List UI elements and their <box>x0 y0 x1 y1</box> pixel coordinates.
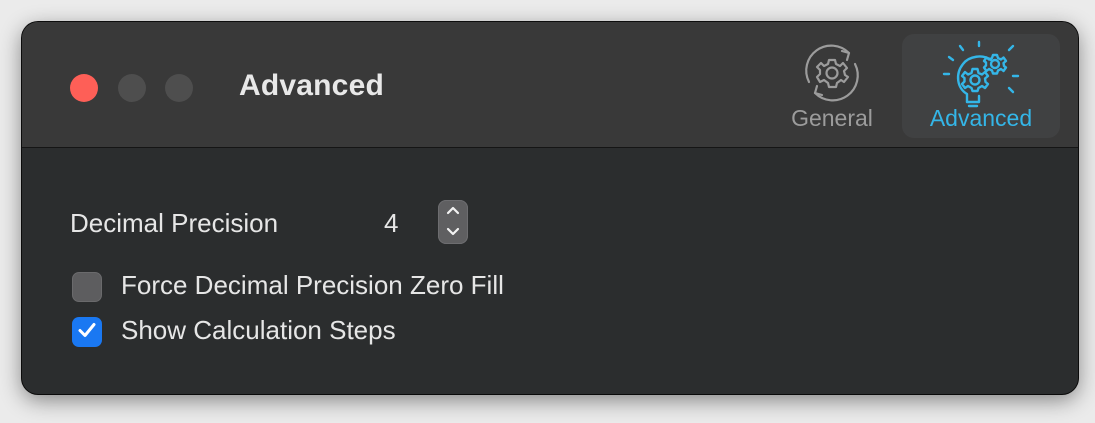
chevron-down-icon <box>446 224 460 242</box>
tab-general-label: General <box>791 105 873 131</box>
stepper-decrement-button[interactable] <box>438 222 468 244</box>
window-title: Advanced <box>239 69 384 102</box>
tab-advanced[interactable]: Advanced <box>902 34 1060 138</box>
tab-general[interactable]: General <box>772 34 892 138</box>
desktop-background: Advanced General Advanced Decimal Precis… <box>0 0 1095 423</box>
show-steps-checkbox[interactable] <box>72 317 102 347</box>
show-steps-label[interactable]: Show Calculation Steps <box>121 315 396 346</box>
chevron-up-icon <box>446 202 460 220</box>
zero-fill-checkbox[interactable] <box>72 272 102 302</box>
decimal-precision-stepper[interactable] <box>438 200 468 244</box>
decimal-precision-value: 4 <box>384 208 399 238</box>
zoom-window-button[interactable] <box>165 74 193 102</box>
checkmark-icon <box>77 321 97 344</box>
stepper-increment-button[interactable] <box>438 200 468 222</box>
settings-panel: Decimal Precision 4 Force Decimal Precis… <box>22 148 1078 394</box>
zero-fill-label[interactable]: Force Decimal Precision Zero Fill <box>121 270 504 301</box>
tab-advanced-label: Advanced <box>929 105 1033 131</box>
gear-cycle-icon <box>797 40 867 111</box>
decimal-precision-label: Decimal Precision <box>70 208 279 238</box>
title-bar: Advanced General Advanced <box>22 22 1078 148</box>
minimize-window-button[interactable] <box>118 74 146 102</box>
close-window-button[interactable] <box>70 74 98 102</box>
preferences-window: Advanced General Advanced Decimal Precis… <box>22 22 1078 394</box>
